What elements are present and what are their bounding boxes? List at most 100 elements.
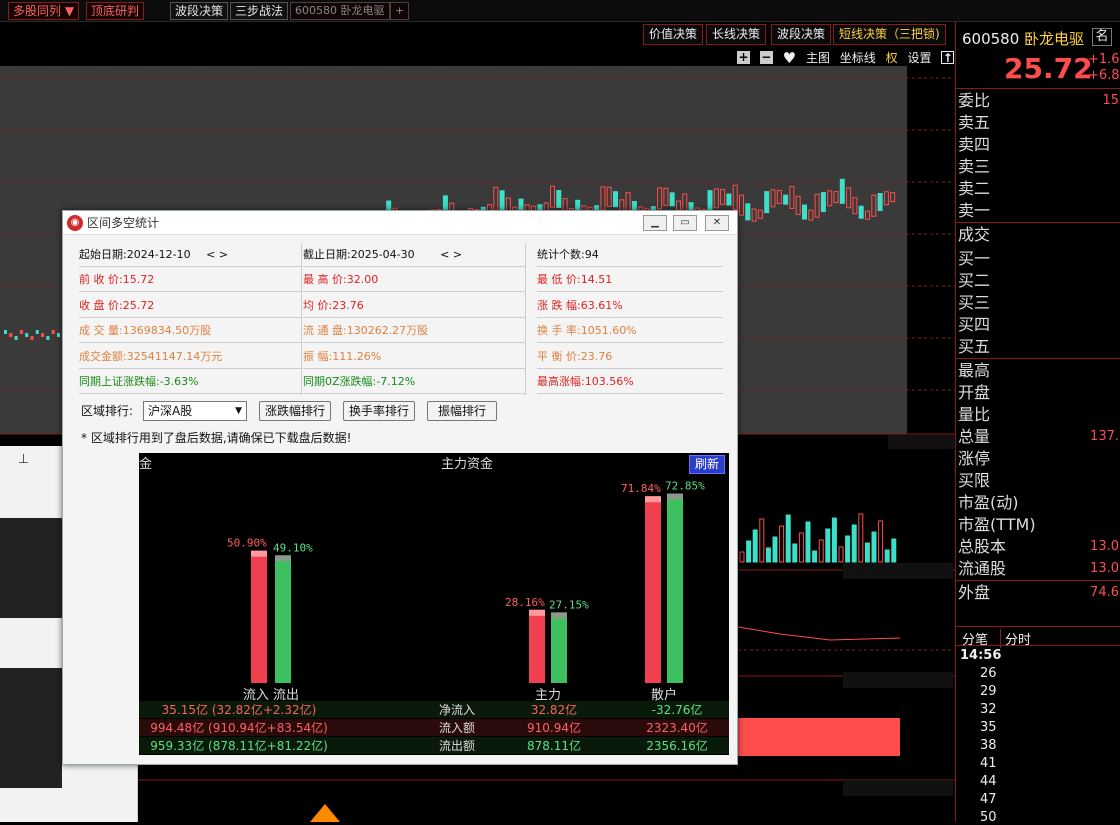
zoom-out-icon[interactable]: − — [759, 51, 773, 64]
coord-line-button[interactable]: 坐标线 — [840, 49, 876, 67]
market-select[interactable]: 沪深A股 ▼ — [143, 401, 247, 421]
volume-bar — [779, 525, 785, 563]
fund-bar-cap — [275, 555, 291, 562]
fund-bar-label: 28.16% — [505, 596, 545, 609]
short-decision-button[interactable]: 短线决策（三把锁) — [833, 24, 946, 45]
arrow-up-icon[interactable]: ↑ — [941, 51, 955, 64]
quote-row: 买五 — [958, 336, 1120, 358]
quote-label: 最高 — [958, 361, 991, 380]
candle — [613, 191, 618, 208]
fund-bar-流入 — [645, 496, 661, 683]
stat-cell: 收 盘 价:25.72 — [79, 294, 301, 318]
volume-bar — [871, 531, 877, 563]
candle — [41, 333, 45, 337]
tab-top-bottom[interactable]: 顶底研判 — [86, 2, 145, 20]
band-decision-button[interactable]: 波段决策 — [771, 24, 832, 45]
volume-bar — [858, 513, 864, 563]
candle — [30, 336, 34, 340]
tab-intraday[interactable]: 分时 — [1000, 629, 1031, 648]
stat-cell: 平 衡 价:23.76 — [537, 345, 723, 369]
candle — [9, 333, 13, 337]
date-arrows-icon[interactable]: < > — [206, 248, 228, 261]
tick-value: 32 — [980, 702, 997, 717]
quote-label: 成交 — [958, 225, 991, 244]
quote-label: 外盘 — [958, 583, 991, 602]
quote-row: 市盈(动) — [958, 492, 1120, 514]
rank-amplitude-button[interactable]: 振幅排行 — [427, 401, 497, 421]
add-tab-button[interactable]: + — [390, 2, 410, 20]
tick-value: 29 — [980, 684, 997, 699]
thumbnail-image[interactable] — [0, 668, 62, 788]
tab-ticks[interactable]: 分笔 — [962, 629, 988, 648]
rank-change-button[interactable]: 涨跌幅排行 — [259, 401, 331, 421]
candle — [764, 191, 770, 214]
main-fund-panel: 50.90% 49.10% 流入 流出 28.16% 27.15% 主力 71.84% 72.… — [139, 453, 729, 755]
settings-button[interactable]: 设置 — [907, 49, 931, 67]
fund-bar-cap — [529, 609, 545, 616]
fund-group-label: 散户 — [651, 687, 677, 703]
date-arrows-icon[interactable]: < > — [440, 248, 462, 261]
fund-cell: 32.82亿 — [531, 702, 577, 717]
value-decision-button[interactable]: 价值决策 — [643, 24, 704, 45]
stat-count: 统计个数:94 — [537, 243, 723, 267]
tab-multi-stock[interactable]: 多股同列 ▼ — [8, 2, 80, 20]
quote-row: 买二 — [958, 270, 1120, 292]
quote-row: 总量 137. — [958, 426, 1120, 448]
fund-bar-cap — [645, 496, 661, 503]
quote-row: 总股本 13.0 — [958, 536, 1120, 558]
fund-bar-label: 71.84% — [621, 482, 661, 495]
candle — [556, 190, 562, 209]
fund-bar-流入 — [529, 609, 545, 683]
volume-bar — [792, 543, 798, 563]
price-change-pct: +6.8 — [1088, 68, 1120, 83]
end-date: 截止日期:2025-04-30 < > — [303, 243, 525, 267]
thumbnail-image[interactable] — [0, 518, 62, 618]
dialog-titlebar[interactable]: ◉ 区间多空统计 ▁ ▭ ✕ — [63, 211, 737, 235]
fund-bar-cap — [667, 493, 683, 500]
volume-bar — [878, 520, 884, 563]
heart-icon[interactable]: ♥ — [783, 49, 796, 67]
right-adjust-button[interactable]: 权 — [886, 49, 898, 67]
quote-label: 买三 — [958, 293, 991, 312]
tick-value: 35 — [980, 720, 997, 735]
fund-cell: 净流入 — [439, 703, 475, 717]
close-icon[interactable]: ✕ — [705, 215, 729, 231]
volume-bar — [818, 539, 824, 563]
fund-cell: -32.76亿 — [652, 702, 703, 717]
quote-row: 买限 — [958, 470, 1120, 492]
quote-row: 卖五 — [958, 112, 1120, 134]
tick-value: 38 — [980, 738, 997, 753]
tab-band-decision[interactable]: 波段决策 — [170, 2, 229, 20]
candle — [877, 193, 883, 212]
candle — [35, 330, 39, 334]
name-icon[interactable]: 名 — [1092, 28, 1112, 46]
stat-cell: 同期上证涨跌幅:-3.63% — [79, 370, 301, 394]
tab-three-step[interactable]: 三步战法 — [230, 2, 289, 20]
quote-row: 卖三 — [958, 156, 1120, 178]
pin-icon[interactable]: ⊥ — [18, 452, 29, 467]
volume-bar — [772, 536, 778, 563]
quote-label: 委比 — [958, 91, 991, 110]
rank-turnover-button[interactable]: 换手率排行 — [343, 401, 415, 421]
main-chart-button[interactable]: 主图 — [806, 49, 830, 67]
fund-cell: 910.94亿 — [527, 720, 581, 735]
tick-value: 47 — [980, 792, 997, 807]
long-decision-button[interactable]: 长线决策 — [706, 24, 767, 45]
stat-cell: 成交金额:32541147.14万元 — [79, 345, 301, 369]
fund-chart-svg: 50.90% 49.10% 流入 流出 28.16% 27.15% 主力 71.84% 72.… — [139, 480, 729, 754]
quote-label: 买限 — [958, 471, 991, 490]
fund-title: 主力资金 — [441, 457, 494, 472]
quote-label: 卖一 — [958, 201, 991, 220]
maximize-icon[interactable]: ▭ — [673, 215, 697, 231]
fund-group-label: 主力 — [535, 688, 561, 703]
fund-bar-label: 49.10% — [273, 541, 313, 554]
tab-stock[interactable]: 600580 卧龙电驱 — [290, 2, 390, 20]
zoom-in-icon[interactable]: + — [737, 51, 750, 64]
quote-value: 15 — [1102, 93, 1119, 108]
quote-label: 买二 — [958, 271, 991, 290]
minimize-icon[interactable]: ▁ — [643, 215, 667, 231]
quote-row: 卖一 — [958, 200, 1120, 222]
quote-label: 卖四 — [958, 135, 991, 154]
tick-time: 14:56 — [960, 648, 1002, 663]
refresh-button[interactable]: 刷新 — [689, 455, 725, 474]
